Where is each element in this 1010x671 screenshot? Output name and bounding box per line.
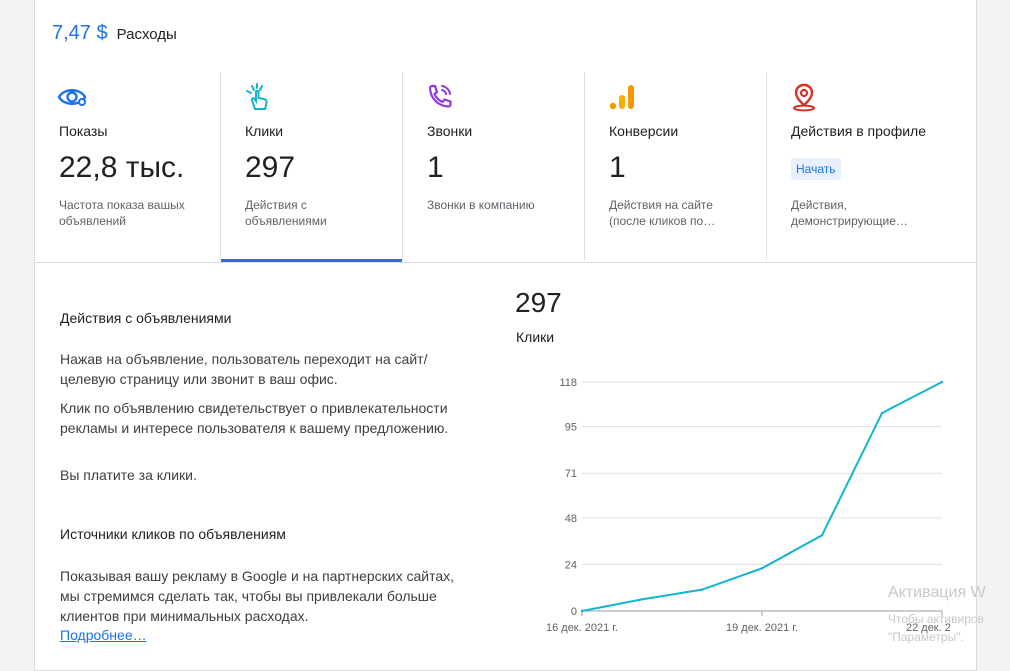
- cost-label: Расходы: [116, 26, 177, 43]
- paragraph: Показывая вашу рекламу в Google и на пар…: [60, 568, 455, 624]
- metric-description: Частота показа вашых объявлений: [59, 198, 185, 228]
- y-tick-label: 95: [565, 422, 577, 434]
- learn-more-link[interactable]: Подробнее…: [60, 627, 147, 643]
- metric-description: Действия на сайте (после кликов по…: [609, 198, 716, 228]
- clicks-line-chart: 0 24 48 71 95 118 16 дек. 2021 г. 19 дек. 2021 …: [546, 377, 950, 634]
- metric-profile-actions[interactable]: Действия в профиле Начать Действия, демо…: [767, 72, 976, 260]
- metric-impressions[interactable]: Показы 22,8 тыс. Частота показа вашых об…: [35, 72, 221, 260]
- cost-value: 7,47 $: [52, 22, 108, 44]
- data-point: [580, 609, 584, 613]
- metric-description: Звонки в компанию: [427, 198, 535, 212]
- section-title-ad-actions: Действия с объявлениями: [60, 310, 232, 326]
- location-pin-icon: [793, 83, 815, 112]
- y-tick-label: 0: [571, 606, 577, 618]
- metric-calls[interactable]: Звонки 1 Звонки в компанию: [403, 72, 585, 260]
- selected-tab-indicator: [221, 259, 402, 262]
- y-tick-label: 48: [565, 513, 577, 525]
- activation-watermark-text: Чтобы активиров "Параметры".: [888, 610, 984, 646]
- metric-clicks[interactable]: Клики 297 Действия с объявлениями: [221, 72, 403, 262]
- activation-watermark: Активация W: [888, 584, 986, 601]
- tap-icon: [246, 83, 268, 110]
- metric-title: Клики: [245, 123, 284, 139]
- y-tick-label: 71: [565, 468, 577, 480]
- section-title-click-sources: Источники кликов по объявлениям: [60, 526, 286, 542]
- watermark-line: Чтобы активиров: [888, 612, 984, 626]
- paragraph: Клик по объявлению свидетельствует о при…: [60, 400, 449, 436]
- metric-description: Действия, демонстрирующие…: [791, 198, 908, 228]
- metric-value: 297: [245, 151, 296, 184]
- eye-icon: [57, 89, 87, 106]
- watermark-line: "Параметры".: [888, 630, 964, 644]
- metric-title: Показы: [59, 123, 108, 139]
- x-tick-label: 16 дек. 2021 г.: [546, 622, 618, 634]
- metric-title: Действия в профиле: [791, 123, 927, 139]
- start-button[interactable]: Начать: [791, 158, 841, 180]
- metric-value: 22,8 тыс.: [59, 151, 185, 184]
- metric-description: Действия с объявлениями: [245, 198, 327, 228]
- paragraph: Нажав на объявление, пользователь перехо…: [60, 351, 428, 387]
- chart-metric-label: Клики: [516, 329, 555, 345]
- x-tick-label: 19 дек. 2021 г.: [726, 622, 798, 634]
- data-point: [700, 588, 704, 591]
- data-point: [820, 534, 824, 537]
- data-point: [940, 380, 944, 384]
- data-point: [760, 567, 764, 570]
- data-point: [640, 598, 644, 601]
- phone-call-icon: [428, 84, 452, 108]
- y-tick-label: 24: [565, 559, 577, 571]
- cost-header: 7,47 $ Расходы: [52, 22, 177, 45]
- metrics-row: Показы 22,8 тыс. Частота показа вашых об…: [35, 72, 976, 263]
- metric-title: Звонки: [427, 123, 473, 139]
- chart-total-value: 297: [515, 287, 562, 318]
- bars-icon: [609, 85, 634, 110]
- metric-title: Конверсии: [609, 123, 679, 139]
- metric-value: 1: [427, 151, 444, 184]
- metric-value: 1: [609, 151, 626, 184]
- series-line: [581, 381, 943, 612]
- y-tick-label: 118: [559, 377, 577, 389]
- metric-conversions[interactable]: Конверсии 1 Действия на сайте (после кли…: [585, 72, 767, 260]
- paragraph: Вы платите за клики.: [60, 467, 197, 483]
- data-point: [880, 411, 884, 415]
